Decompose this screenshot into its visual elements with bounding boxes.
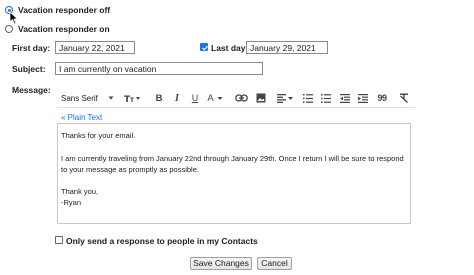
message-editor[interactable]: Thanks for your email. I am currently tr… xyxy=(57,123,411,224)
indent-less-icon[interactable] xyxy=(339,92,351,104)
bold-glyph: B xyxy=(155,92,163,104)
quote-glyph: 99 xyxy=(377,93,387,103)
text-color-icon[interactable]: A xyxy=(205,92,225,104)
body-line-1: I am currently traveling from January 22… xyxy=(61,154,404,163)
bold-icon[interactable]: B xyxy=(153,92,165,104)
last-day-field[interactable]: January 29, 2021 xyxy=(246,41,328,54)
first-day-label: First day: xyxy=(12,43,51,53)
font-size-icon[interactable]: TT xyxy=(123,92,145,104)
chevron-down-icon xyxy=(108,96,114,100)
subject-field[interactable]: I am currently on vacation xyxy=(55,62,263,75)
quote-icon[interactable]: 99 xyxy=(376,92,388,104)
link-icon[interactable] xyxy=(234,92,248,104)
last-day-label: Last day: xyxy=(211,43,249,53)
svg-text:T: T xyxy=(130,97,135,103)
body-closing: Thank you, xyxy=(61,187,99,196)
vacation-on-label: Vacation responder on xyxy=(18,24,110,34)
subject-label: Subject: xyxy=(12,64,46,74)
vacation-on-radio[interactable] xyxy=(5,25,13,33)
underline-glyph: U xyxy=(191,93,199,103)
italic-glyph: I xyxy=(175,92,179,104)
font-family-select[interactable]: Sans Serif xyxy=(61,92,117,104)
underline-icon[interactable]: U xyxy=(189,92,201,104)
body-line-2: to your message as promptly as possible. xyxy=(61,165,199,174)
indent-more-icon[interactable] xyxy=(357,92,369,104)
text-color-glyph: A xyxy=(207,92,214,104)
chevron-down-icon xyxy=(217,96,223,100)
message-label: Message: xyxy=(12,85,51,95)
contacts-only-checkbox[interactable] xyxy=(55,236,63,244)
contacts-only-label: Only send a response to people in my Con… xyxy=(66,236,258,246)
vacation-off-label: Vacation responder off xyxy=(18,5,111,15)
last-day-checkbox[interactable] xyxy=(200,43,209,51)
body-signature: -Ryan xyxy=(61,198,82,207)
remove-formatting-icon[interactable] xyxy=(398,92,410,104)
align-icon[interactable] xyxy=(276,92,294,104)
image-icon[interactable] xyxy=(255,92,267,104)
body-greeting: Thanks for your email. xyxy=(61,131,136,140)
bulleted-list-icon[interactable] xyxy=(320,92,332,104)
font-family-value: Sans Serif xyxy=(61,93,98,103)
first-day-field[interactable]: January 22, 2021 xyxy=(55,41,135,54)
save-changes-button[interactable]: Save Changes xyxy=(190,257,252,270)
italic-icon[interactable]: I xyxy=(171,92,183,104)
numbered-list-icon[interactable] xyxy=(302,92,314,104)
checkmark-icon xyxy=(202,45,209,51)
formatting-toolbar: Sans Serif TT B I U A 99 xyxy=(57,88,415,108)
mouse-cursor-icon xyxy=(9,11,19,25)
cancel-button[interactable]: Cancel xyxy=(257,257,292,270)
plain-text-link[interactable]: « Plain Text xyxy=(61,113,102,122)
